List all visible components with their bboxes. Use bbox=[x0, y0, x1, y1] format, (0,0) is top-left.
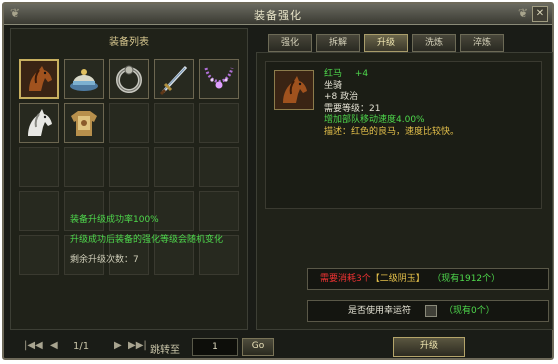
upgrade-button[interactable]: 升级 bbox=[393, 337, 465, 357]
cost-box: 需要消耗3个【二级阴玉】 （现有1912个） bbox=[307, 268, 549, 290]
empty-equipment-slot[interactable] bbox=[199, 147, 239, 187]
item-stat: +8 政治 bbox=[324, 92, 359, 102]
empty-equipment-slot[interactable] bbox=[19, 147, 59, 187]
empty-equipment-slot[interactable] bbox=[109, 147, 149, 187]
luck-checkbox[interactable] bbox=[425, 305, 437, 317]
prev-page-button[interactable]: ◀ bbox=[50, 340, 58, 351]
success-rate: 装备升级成功率100% bbox=[70, 215, 159, 225]
item-requirement: 需要等级：21 bbox=[324, 103, 381, 114]
jump-label: 跳转至 bbox=[150, 345, 180, 356]
title-bar: ❦ 装备强化 ❦ ✕ bbox=[4, 4, 552, 25]
tab-refine[interactable]: 洗炼 bbox=[412, 34, 456, 52]
empty-equipment-slot[interactable] bbox=[19, 191, 59, 231]
pager: |◀◀ ◀ 1/1 ▶ ▶▶| 跳转至 1 Go bbox=[18, 337, 274, 359]
tab-upgrade[interactable]: 升级 bbox=[364, 34, 408, 52]
equipment-slot-ring[interactable] bbox=[109, 59, 149, 99]
item-description: 描述：红色的良马，速度比较快。 bbox=[324, 126, 460, 137]
equipment-slot-armor[interactable] bbox=[64, 103, 104, 143]
right-ornament-icon: ❦ bbox=[517, 6, 528, 20]
tab-disassemble[interactable]: 拆解 bbox=[316, 34, 360, 52]
equipment-list-header: 装备列表 bbox=[109, 37, 149, 48]
armor-icon bbox=[71, 111, 97, 136]
equipment-slot-red-horse[interactable] bbox=[19, 59, 59, 99]
sword-icon bbox=[159, 65, 188, 96]
cost-item: 【二级阴玉】 bbox=[370, 274, 425, 284]
empty-equipment-slot[interactable] bbox=[199, 103, 239, 143]
first-page-button[interactable]: |◀◀ bbox=[24, 340, 43, 351]
equipment-list-panel: 装备列表 bbox=[10, 28, 248, 330]
window-title: 装备强化 bbox=[254, 9, 302, 22]
last-page-button[interactable]: ▶▶| bbox=[128, 340, 147, 351]
item-enhance-level: +4 bbox=[354, 69, 369, 79]
equipment-slot-hat[interactable] bbox=[64, 59, 104, 99]
empty-equipment-slot[interactable] bbox=[19, 235, 59, 275]
upgrade-info: 装备升级成功率100% 升级成功后装备的强化等级会随机变化 剩余升级次数：7 bbox=[70, 210, 223, 270]
cost-owned: （现有1912个） bbox=[436, 274, 501, 284]
luck-box: 是否使用幸运符 （现有0个） bbox=[307, 300, 549, 322]
empty-equipment-slot[interactable] bbox=[109, 103, 149, 143]
next-page-button[interactable]: ▶ bbox=[114, 340, 122, 351]
remaining-upgrades: 剩余升级次数：7 bbox=[70, 255, 139, 265]
ring-icon bbox=[116, 65, 142, 93]
item-bonus: 增加部队移动速度4.00% bbox=[324, 115, 425, 125]
luck-owned: （现有0个） bbox=[444, 306, 495, 316]
tab-strengthen[interactable]: 强化 bbox=[268, 34, 312, 52]
close-button[interactable]: ✕ bbox=[532, 6, 548, 22]
horse-white-icon bbox=[28, 109, 52, 136]
go-button[interactable]: Go bbox=[242, 338, 274, 356]
selected-item-icon bbox=[274, 70, 314, 110]
equipment-slot-white-horse[interactable] bbox=[19, 103, 59, 143]
cost-prefix: 需要消耗3个 bbox=[320, 274, 371, 284]
equipment-slot-necklace[interactable] bbox=[199, 59, 239, 99]
horse-red-icon bbox=[275, 71, 313, 109]
item-info-box: 红马 +4 坐骑 +8 政治 需要等级：21 增加部队移动速度4.00% 描述：… bbox=[265, 61, 542, 209]
luck-label: 是否使用幸运符 bbox=[348, 306, 412, 316]
item-name: 红马 bbox=[324, 69, 343, 79]
upgrade-window: ❦ 装备强化 ❦ ✕ 装备列表 |◀◀ ◀ 1/1 ▶ ▶▶| 跳转至 1 Go… bbox=[2, 2, 554, 360]
tab-temper[interactable]: 淬炼 bbox=[460, 34, 504, 52]
page-indicator: 1/1 bbox=[73, 341, 90, 352]
horse-red-icon bbox=[21, 61, 57, 97]
empty-equipment-slot[interactable] bbox=[64, 147, 104, 187]
necklace-icon bbox=[204, 67, 234, 89]
empty-equipment-slot[interactable] bbox=[154, 147, 194, 187]
item-type: 坐骑 bbox=[324, 80, 343, 91]
upgrade-note: 升级成功后装备的强化等级会随机变化 bbox=[70, 235, 224, 245]
jump-page-input[interactable]: 1 bbox=[192, 338, 238, 356]
hat-icon bbox=[70, 69, 98, 91]
empty-equipment-slot[interactable] bbox=[154, 103, 194, 143]
equipment-slot-sword[interactable] bbox=[154, 59, 194, 99]
item-details: 红马 +4 坐骑 +8 政治 需要等级：21 增加部队移动速度4.00% 描述：… bbox=[324, 69, 459, 138]
